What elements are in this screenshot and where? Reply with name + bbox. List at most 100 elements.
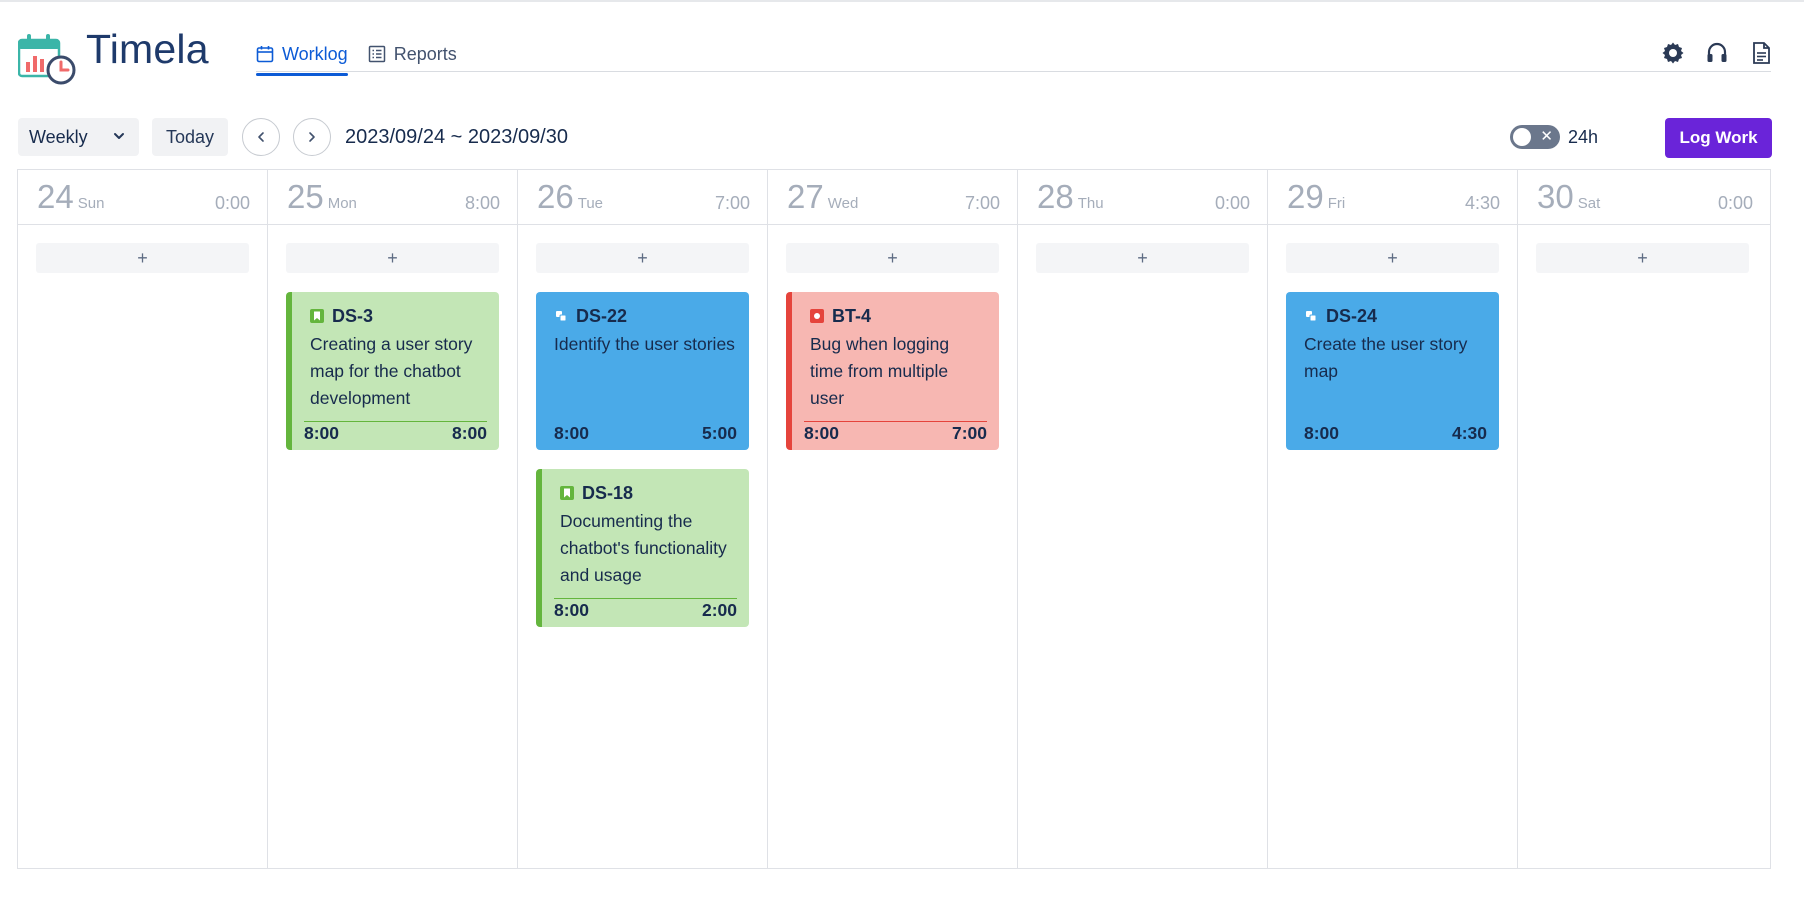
card-title: Creating a user story map for the chatbo… (310, 334, 473, 408)
day-name: Thu (1077, 195, 1104, 212)
document-icon[interactable] (1748, 40, 1774, 66)
worklog-card-ds-18[interactable]: DS-18 Documenting the chatbot's function… (536, 469, 749, 627)
day-number-wrap: 26 Tue (537, 178, 603, 216)
card-key-text: DS-22 (576, 305, 628, 326)
report-list-icon (368, 45, 385, 63)
add-worklog-button[interactable]: + (536, 243, 749, 273)
day-number-wrap: 24 Sun (37, 178, 104, 216)
worklog-card-bt-4[interactable]: BT-4 Bug when logging time from multiple… (786, 292, 999, 450)
chevron-right-icon (309, 132, 315, 142)
day-column-tue: 26 Tue 7:00 + DS-22 Identify the user sto… (518, 170, 768, 868)
bookmark-icon (560, 486, 574, 500)
add-worklog-button[interactable]: + (1036, 243, 1249, 273)
toggle-knob (1513, 128, 1531, 146)
header-divider (256, 71, 1771, 72)
bookmark-icon (310, 309, 324, 323)
day-number: 30 (1537, 178, 1574, 215)
card-duration: 5:00 (701, 423, 737, 443)
card-key-text: DS-3 (332, 305, 374, 326)
day-number: 24 (37, 178, 74, 215)
date-range: 2023/09/24 ~ 2023/09/30 (345, 126, 568, 148)
card-start-time: 8:00 (554, 423, 590, 443)
day-total: 7:00 (964, 193, 1000, 213)
card-start-time: 8:00 (304, 423, 340, 443)
card-start-time: 8:00 (1304, 423, 1340, 443)
card-start-time: 8:00 (554, 600, 590, 620)
add-worklog-button[interactable]: + (1286, 243, 1499, 273)
day-total: 4:30 (1464, 193, 1500, 213)
day-name: Sat (1577, 195, 1601, 212)
day-name: Mon (327, 195, 357, 212)
app-name: Timela (86, 26, 209, 72)
day-number: 25 (287, 178, 324, 215)
close-icon: ✕ (1540, 128, 1553, 145)
tab-reports[interactable]: Reports (368, 38, 457, 72)
day-number-wrap: 28 Thu (1037, 178, 1104, 216)
day-total: 0:00 (1717, 193, 1753, 213)
day-header: 25 Mon 8:00 (268, 170, 517, 225)
day-column-sat: 30 Sat 0:00 + (1518, 170, 1770, 868)
add-worklog-button[interactable]: + (1536, 243, 1749, 273)
subtask-icon (1304, 309, 1318, 323)
day-number-wrap: 29 Fri (1287, 178, 1345, 216)
card-footer: 8:00 8:00 (304, 423, 487, 444)
card-key: DS-24 (1304, 306, 1486, 326)
day-number-wrap: 27 Wed (787, 178, 858, 216)
day-column-wed: 27 Wed 7:00 + BT-4 Bug when logging time … (768, 170, 1018, 868)
day-number: 28 (1037, 178, 1074, 215)
log-work-button[interactable]: Log Work (1665, 118, 1772, 158)
day-name: Fri (1327, 195, 1346, 212)
day-number: 26 (537, 178, 574, 215)
gear-icon[interactable] (1660, 40, 1686, 66)
day-column-fri: 29 Fri 4:30 + DS-24 Create the user story… (1268, 170, 1518, 868)
card-duration: 2:00 (701, 600, 737, 620)
card-key: DS-3 (310, 306, 486, 326)
worklog-card-ds-22[interactable]: DS-22 Identify the user stories 8:00 5:0… (536, 292, 749, 450)
prev-week-button[interactable] (242, 118, 280, 156)
day-header: 28 Thu 0:00 (1018, 170, 1267, 225)
day-total: 0:00 (214, 193, 250, 213)
tab-worklog[interactable]: Worklog (256, 38, 348, 76)
calendar-icon (256, 46, 274, 63)
day-header: 26 Tue 7:00 (518, 170, 767, 225)
card-footer: 8:00 2:00 (554, 600, 737, 621)
week-calendar: 24 Sun 0:00 + 25 Mon 8:00 + DS-3 Creating … (17, 169, 1771, 869)
card-footer: 8:00 7:00 (804, 423, 987, 444)
timela-logo-icon (18, 34, 76, 85)
add-worklog-button[interactable]: + (36, 243, 249, 273)
card-divider (804, 421, 987, 422)
card-key: BT-4 (810, 306, 986, 326)
next-week-button[interactable] (293, 118, 331, 156)
worklog-card-ds-3[interactable]: DS-3 Creating a user story map for the c… (286, 292, 499, 450)
card-duration: 7:00 (951, 423, 987, 443)
card-key: DS-22 (554, 306, 736, 326)
card-key-text: BT-4 (832, 305, 872, 326)
today-button[interactable]: Today (152, 118, 228, 156)
subtask-icon (554, 309, 568, 323)
card-footer: 8:00 5:00 (554, 423, 737, 444)
worklog-card-ds-24[interactable]: DS-24 Create the user story map 8:00 4:3… (1286, 292, 1499, 450)
card-key-text: DS-18 (582, 482, 634, 503)
header-actions (1660, 40, 1774, 66)
app-header: Timela Worklog Reports (0, 0, 1804, 85)
toolbar: Weekly Today 2023/09/24 ~ 2023/09/30 ✕ 2… (18, 118, 1772, 158)
card-title: Bug when logging time from multiple user (810, 334, 950, 408)
card-divider (554, 598, 737, 599)
add-worklog-button[interactable]: + (786, 243, 999, 273)
day-name: Sun (77, 195, 105, 212)
tab-worklog-label: Worklog (282, 43, 348, 64)
24h-toggle[interactable]: ✕ (1510, 125, 1560, 149)
card-key-text: DS-24 (1326, 305, 1378, 326)
day-column-sun: 24 Sun 0:00 + (18, 170, 268, 868)
bug-icon (810, 309, 824, 323)
view-select[interactable]: Weekly (18, 118, 139, 156)
add-worklog-button[interactable]: + (286, 243, 499, 273)
main-nav: Worklog Reports (256, 38, 477, 76)
headset-icon[interactable] (1704, 40, 1730, 66)
day-header: 24 Sun 0:00 (18, 170, 267, 225)
card-key: DS-18 (560, 483, 736, 503)
day-header: 29 Fri 4:30 (1268, 170, 1517, 225)
day-number: 29 (1287, 178, 1324, 215)
day-number: 27 (787, 178, 824, 215)
chevron-down-icon (114, 133, 124, 139)
